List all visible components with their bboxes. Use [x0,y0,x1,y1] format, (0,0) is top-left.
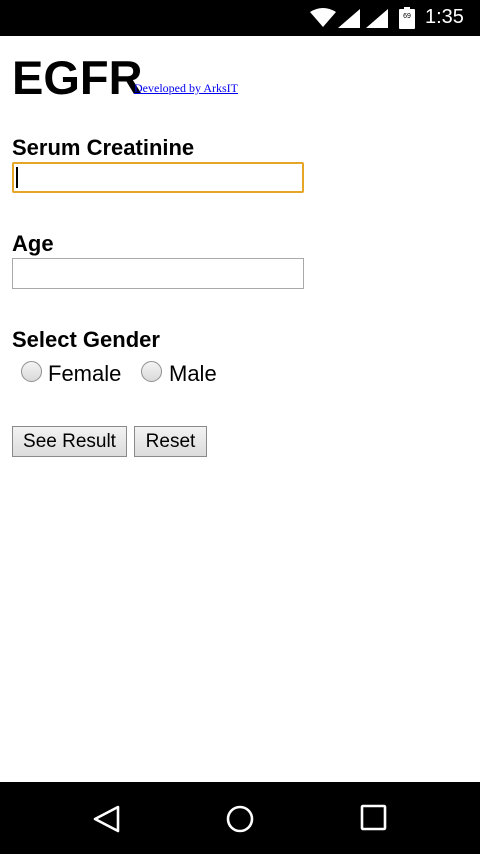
male-radio[interactable] [141,361,162,382]
battery-icon: 69 [399,7,415,29]
home-icon[interactable] [225,804,255,834]
male-radio-label[interactable]: Male [169,361,217,387]
female-radio[interactable] [21,361,42,382]
signal-icon [366,9,388,28]
signal-icon [338,9,360,28]
status-bar: 69 1:35 [0,0,480,36]
text-caret [16,167,18,188]
page-title: EGFR [12,51,143,104]
status-clock: 1:35 [425,6,464,28]
wifi-icon [310,8,336,27]
reset-button[interactable]: Reset [134,426,207,457]
navigation-bar [0,782,480,854]
gender-label: Select Gender [12,327,160,352]
see-result-button[interactable]: See Result [12,426,127,457]
age-label: Age [12,231,54,256]
age-input[interactable] [12,258,304,289]
developer-link[interactable]: Developed by ArksIT [134,81,238,96]
creatinine-label: Serum Creatinine [12,135,195,160]
female-radio-label[interactable]: Female [48,361,121,387]
battery-level: 69 [403,13,411,20]
recents-icon[interactable] [360,804,388,832]
creatinine-input[interactable] [12,162,304,193]
back-icon[interactable] [91,804,121,834]
